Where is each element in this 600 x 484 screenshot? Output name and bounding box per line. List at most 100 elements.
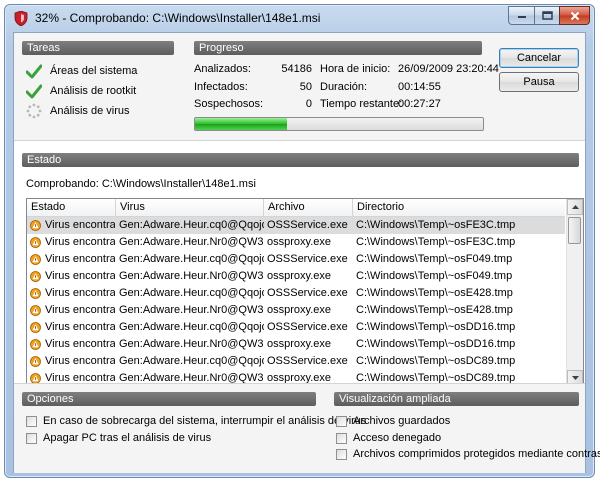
cell-archivo: ossproxy.exe	[267, 304, 331, 316]
minimize-icon	[517, 15, 526, 18]
cell-estado: Virus encontrado	[45, 338, 115, 350]
bottom-panel: Opciones En caso de sobrecarga del siste…	[14, 383, 600, 473]
table-row[interactable]: Virus encontrado Gen:Adware.Heur.cq0@Qqoj…	[27, 285, 565, 302]
cell-archivo: OSSService.exe	[267, 287, 348, 299]
options-header: Opciones	[22, 392, 316, 406]
start-time-label: Hora de inicio:	[320, 63, 391, 75]
table-row[interactable]: Virus encontrado Gen:Adware.Heur.Nr0@QW3R…	[27, 234, 565, 251]
detections-table[interactable]: Estado Virus Archivo Directorio Virus en…	[26, 198, 584, 387]
table-row[interactable]: Virus encontrado Gen:Adware.Heur.cq0@Qqoj…	[27, 251, 565, 268]
cell-virus: Gen:Adware.Heur.Nr0@QW3Rm4fi...	[119, 304, 264, 316]
option-shutdown-after-scan[interactable]: Apagar PC tras el análisis de virus	[26, 431, 211, 445]
start-time-value: 26/09/2009 23:20:44	[398, 63, 499, 75]
column-virus[interactable]: Virus	[116, 199, 264, 216]
checkbox[interactable]	[336, 432, 347, 444]
option-label: Archivos guardados	[353, 415, 451, 427]
cell-virus: Gen:Adware.Heur.cq0@QqojdTmi ...	[119, 219, 264, 231]
cell-virus: Gen:Adware.Heur.cq0@QqojdTmi ...	[119, 253, 264, 265]
cell-archivo: OSSService.exe	[267, 321, 348, 333]
task-system-areas: Áreas del sistema	[26, 63, 137, 79]
cell-estado: Virus encontrado	[45, 304, 115, 316]
cell-directorio: C:\Windows\Temp\~osF049.tmp	[356, 253, 513, 265]
checkbox[interactable]	[26, 415, 37, 427]
cell-estado: Virus encontrado	[45, 236, 115, 248]
warning-icon	[30, 288, 41, 299]
table-row[interactable]: Virus encontrado Gen:Adware.Heur.Nr0@QW3R…	[27, 336, 565, 353]
close-button[interactable]	[559, 6, 590, 25]
table-header: Estado Virus Archivo Directorio	[27, 199, 565, 217]
vertical-scrollbar[interactable]	[566, 199, 583, 386]
cell-virus: Gen:Adware.Heur.cq0@QqojdTmi ...	[119, 287, 264, 299]
cell-estado: Virus encontrado	[45, 321, 115, 333]
window-title: 32% - Comprobando: C:\Windows\Installer\…	[35, 11, 321, 25]
remaining-label: Tiempo restante:	[320, 98, 403, 110]
table-row[interactable]: Virus encontrado Gen:Adware.Heur.Nr0@QW3R…	[27, 302, 565, 319]
checkmark-icon	[26, 84, 42, 98]
column-archivo[interactable]: Archivo	[264, 199, 353, 216]
cell-directorio: C:\Windows\Temp\~osFE3C.tmp	[356, 236, 516, 248]
cell-archivo: ossproxy.exe	[267, 338, 331, 350]
checkmark-icon	[26, 64, 42, 78]
option-access-denied[interactable]: Acceso denegado	[336, 431, 441, 445]
table-row[interactable]: Virus encontrado Gen:Adware.Heur.cq0@Qqoj…	[27, 319, 565, 336]
duration-label: Duración:	[320, 81, 368, 93]
arrow-down-icon	[571, 376, 579, 380]
warning-icon	[30, 322, 41, 333]
suspicious-label: Sospechosos:	[194, 98, 264, 110]
cell-virus: Gen:Adware.Heur.Nr0@QW3Rm4fi...	[119, 270, 264, 282]
cancel-button[interactable]: Cancelar	[499, 48, 579, 68]
option-interrupt-on-overload[interactable]: En caso de sobrecarga del sistema, inter…	[26, 414, 366, 428]
option-password-archives[interactable]: Archivos comprimidos protegidos mediante…	[336, 447, 600, 461]
cell-estado: Virus encontrado	[45, 253, 115, 265]
cell-archivo: ossproxy.exe	[267, 270, 331, 282]
cell-virus: Gen:Adware.Heur.Nr0@QW3Rm4fi...	[119, 338, 264, 350]
task-rootkit: Análisis de rootkit	[26, 83, 136, 99]
cell-directorio: C:\Windows\Temp\~osE428.tmp	[356, 304, 513, 316]
scan-progress-bar	[194, 117, 484, 131]
cell-virus: Gen:Adware.Heur.cq0@QqojdTmi ...	[119, 355, 264, 367]
warning-icon	[30, 305, 41, 316]
option-saved-files[interactable]: Archivos guardados	[336, 414, 450, 428]
table-row[interactable]: Virus encontrado Gen:Adware.Heur.Nr0@QW3R…	[27, 268, 565, 285]
progress-fill	[195, 118, 288, 130]
minimize-button[interactable]	[508, 6, 535, 25]
checkbox[interactable]	[336, 415, 347, 427]
table-row[interactable]: Virus encontrado Gen:Adware.Heur.cq0@Qqoj…	[27, 217, 565, 234]
remaining-value: 00:27:27	[398, 98, 441, 110]
cell-directorio: C:\Windows\Temp\~osDD16.tmp	[356, 338, 516, 350]
cell-directorio: C:\Windows\Temp\~osFE3C.tmp	[356, 219, 516, 231]
cell-directorio: C:\Windows\Temp\~osDD16.tmp	[356, 321, 516, 333]
table-body: Virus encontrado Gen:Adware.Heur.cq0@Qqoj…	[27, 217, 565, 386]
checkbox[interactable]	[336, 448, 347, 460]
cell-directorio: C:\Windows\Temp\~osF049.tmp	[356, 270, 513, 282]
cell-archivo: OSSService.exe	[267, 355, 348, 367]
status-header: Estado	[22, 153, 579, 167]
cell-estado: Virus encontrado	[45, 219, 115, 231]
column-directorio[interactable]: Directorio	[353, 199, 565, 216]
warning-icon	[30, 339, 41, 350]
spinner-icon	[26, 103, 42, 119]
task-label: Análisis de rootkit	[50, 85, 137, 97]
shield-icon	[14, 11, 28, 26]
cell-directorio: C:\Windows\Temp\~osE428.tmp	[356, 287, 513, 299]
progress-header: Progreso	[194, 41, 482, 55]
pause-button[interactable]: Pausa	[499, 72, 579, 92]
cell-archivo: OSSService.exe	[267, 253, 348, 265]
cell-virus: Gen:Adware.Heur.Nr0@QW3Rm4fi...	[119, 236, 264, 248]
option-label: Apagar PC tras el análisis de virus	[43, 432, 212, 444]
column-estado[interactable]: Estado	[27, 199, 116, 216]
maximize-icon	[541, 11, 553, 20]
cell-directorio: C:\Windows\Temp\~osDC89.tmp	[356, 355, 516, 367]
cell-estado: Virus encontrado	[45, 270, 115, 282]
scroll-up-button[interactable]	[567, 199, 583, 215]
table-row[interactable]: Virus encontrado Gen:Adware.Heur.cq0@Qqoj…	[27, 353, 565, 370]
close-icon	[570, 11, 579, 20]
analyzed-value: 54186	[281, 63, 312, 75]
option-label: Archivos comprimidos protegidos mediante…	[353, 448, 600, 460]
maximize-button[interactable]	[534, 6, 560, 25]
title-bar[interactable]: 32% - Comprobando: C:\Windows\Installer\…	[5, 5, 594, 31]
cell-estado: Virus encontrado	[45, 287, 115, 299]
checkbox[interactable]	[26, 432, 37, 444]
scroll-thumb[interactable]	[568, 217, 581, 244]
infected-value: 50	[299, 81, 312, 93]
